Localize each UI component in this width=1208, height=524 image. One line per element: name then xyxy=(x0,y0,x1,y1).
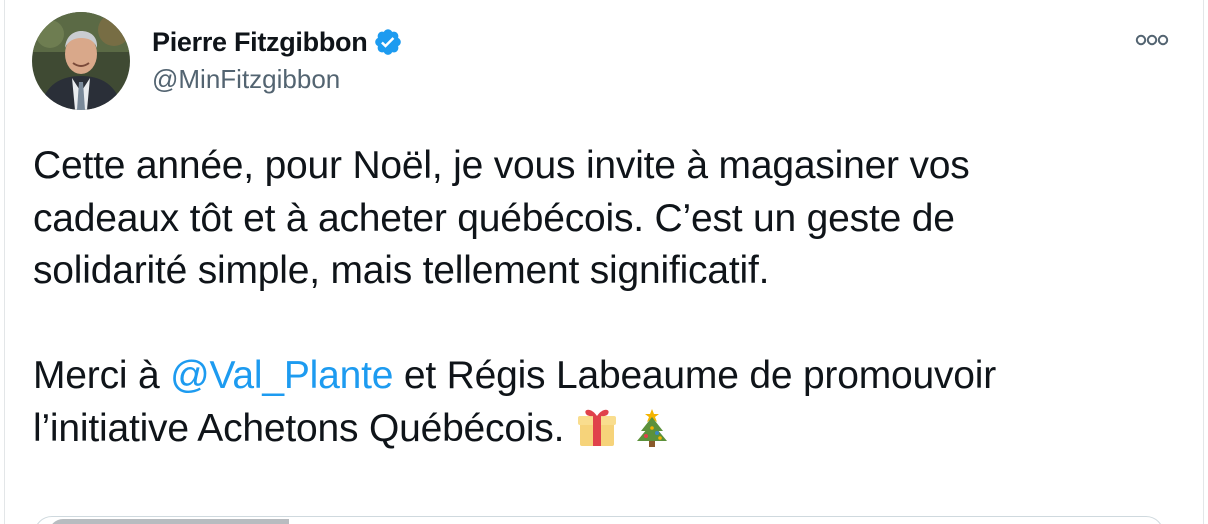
tweet-card: Pierre Fitzgibbon @MinFitzgibbon Cette a… xyxy=(0,0,1208,524)
tweet-text-line: Merci à @Val_Plante et Régis Labeaume de… xyxy=(33,350,1163,403)
tweet-text: Cette année, pour Noël, je vous invite à… xyxy=(33,140,1163,455)
card-right-border xyxy=(1203,0,1204,524)
author-avatar[interactable] xyxy=(32,12,130,110)
media-preview xyxy=(49,519,289,524)
verified-badge-icon xyxy=(373,27,403,57)
closing-text: l’initiative Achetons Québécois. xyxy=(33,406,565,450)
more-options-icon[interactable] xyxy=(1134,32,1170,48)
media-attachment[interactable] xyxy=(34,516,1164,524)
author-display-name[interactable]: Pierre Fitzgibbon xyxy=(152,27,368,58)
card-left-border xyxy=(4,0,5,524)
paragraph-break xyxy=(33,298,1163,351)
tweet-text-line: cadeaux tôt et à acheter québécois. C’es… xyxy=(33,196,955,240)
tweet-text-line: l’initiative Achetons Québécois. xyxy=(33,403,1163,456)
mention-link-val-plante[interactable]: @Val_Plante xyxy=(170,354,393,397)
christmas-tree-emoji-icon xyxy=(630,405,674,449)
tweet-text-line: Cette année, pour Noël, je vous invite à… xyxy=(33,144,970,187)
gift-emoji-icon xyxy=(575,405,619,449)
mention-suffix-text: et Régis Labeaume de promouvoir xyxy=(393,354,997,397)
mention-prefix-text: Merci à xyxy=(33,354,171,397)
avatar-photo-icon xyxy=(32,12,130,110)
author-name-row: Pierre Fitzgibbon xyxy=(152,24,403,60)
author-handle[interactable]: @MinFitzgibbon xyxy=(152,64,340,95)
tweet-text-line: solidarité simple, mais tellement signif… xyxy=(33,249,770,292)
